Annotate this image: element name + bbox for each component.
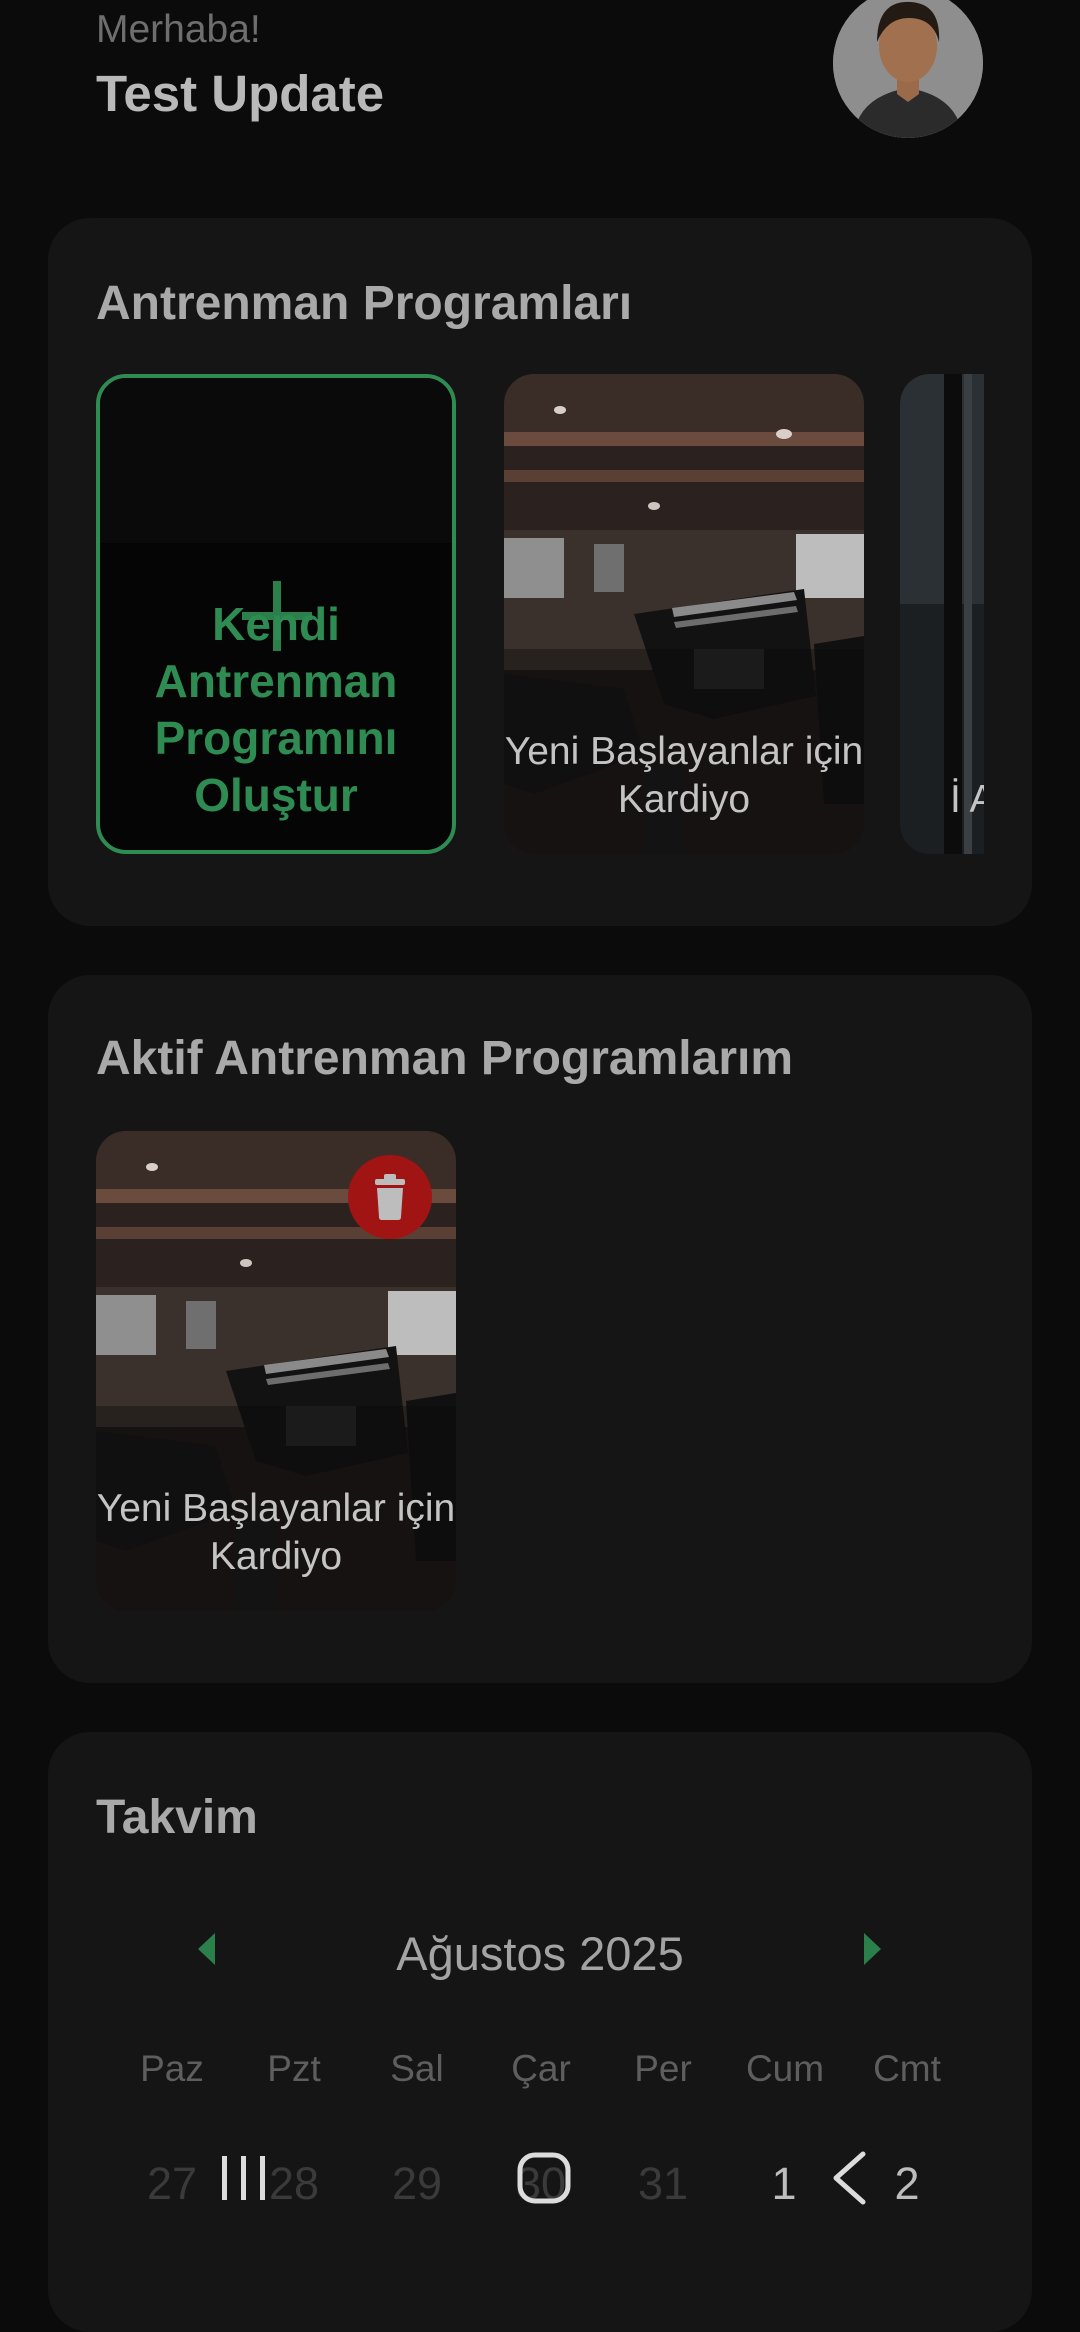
weekday-label: Per <box>634 2048 692 2089</box>
user-name: Test Update <box>96 65 385 122</box>
nav-back-icon[interactable] <box>833 2151 866 2205</box>
calendar-title: Takvim <box>96 1791 258 1844</box>
weekday-label: Cum <box>745 2048 825 2089</box>
tile-shade <box>100 378 452 543</box>
programs-title: Antrenman Programları <box>96 277 633 330</box>
program-card-2[interactable]: İ Ar <box>900 374 984 854</box>
system-nav-bar <box>0 2130 1080 2248</box>
weekday-label: Paz <box>140 2048 204 2089</box>
nav-buttons-graphic <box>222 2151 866 2205</box>
active-programs-title: Aktif Antrenman Programlarım <box>96 1032 794 1085</box>
program-card-cardio[interactable]: Yeni Başlayanlar için Kardiyo <box>504 374 864 854</box>
program-card-label: Yeni Başlayanlar için Kardiyo <box>504 730 864 821</box>
chevron-right-icon[interactable] <box>864 1933 881 1965</box>
active-programs-card: Aktif Antrenman Programlarım Yeni Başlay… <box>48 975 1032 1683</box>
delete-program-button[interactable] <box>348 1155 432 1239</box>
create-program-label: Kendi Antrenman Programını Oluştur <box>154 598 398 821</box>
programs-card: Antrenman Programları Kendi Antrenman Pr… <box>48 218 1032 926</box>
program-card-label: İ Ar <box>950 778 984 821</box>
greeting-text: Merhaba! <box>96 8 261 51</box>
weekday-label: Pzt <box>267 2048 321 2089</box>
weekday-label: Cmt <box>873 2048 941 2089</box>
active-program-label: Yeni Başlayanlar için Kardiyo <box>96 1487 456 1578</box>
weekday-label: Sal <box>390 2048 444 2089</box>
trash-icon <box>375 1174 405 1220</box>
person-avatar-icon <box>833 0 983 138</box>
nav-home-icon[interactable] <box>517 2152 571 2204</box>
create-program-tile[interactable]: Kendi Antrenman Programını Oluştur <box>96 374 456 854</box>
weekday-label: Çar <box>511 2048 571 2089</box>
avatar[interactable] <box>833 0 983 138</box>
calendar-month-label: Ağustos 2025 <box>396 1927 684 1980</box>
active-program-card[interactable]: Yeni Başlayanlar için Kardiyo <box>96 1131 456 1611</box>
nav-recents-icon[interactable] <box>222 2156 265 2200</box>
